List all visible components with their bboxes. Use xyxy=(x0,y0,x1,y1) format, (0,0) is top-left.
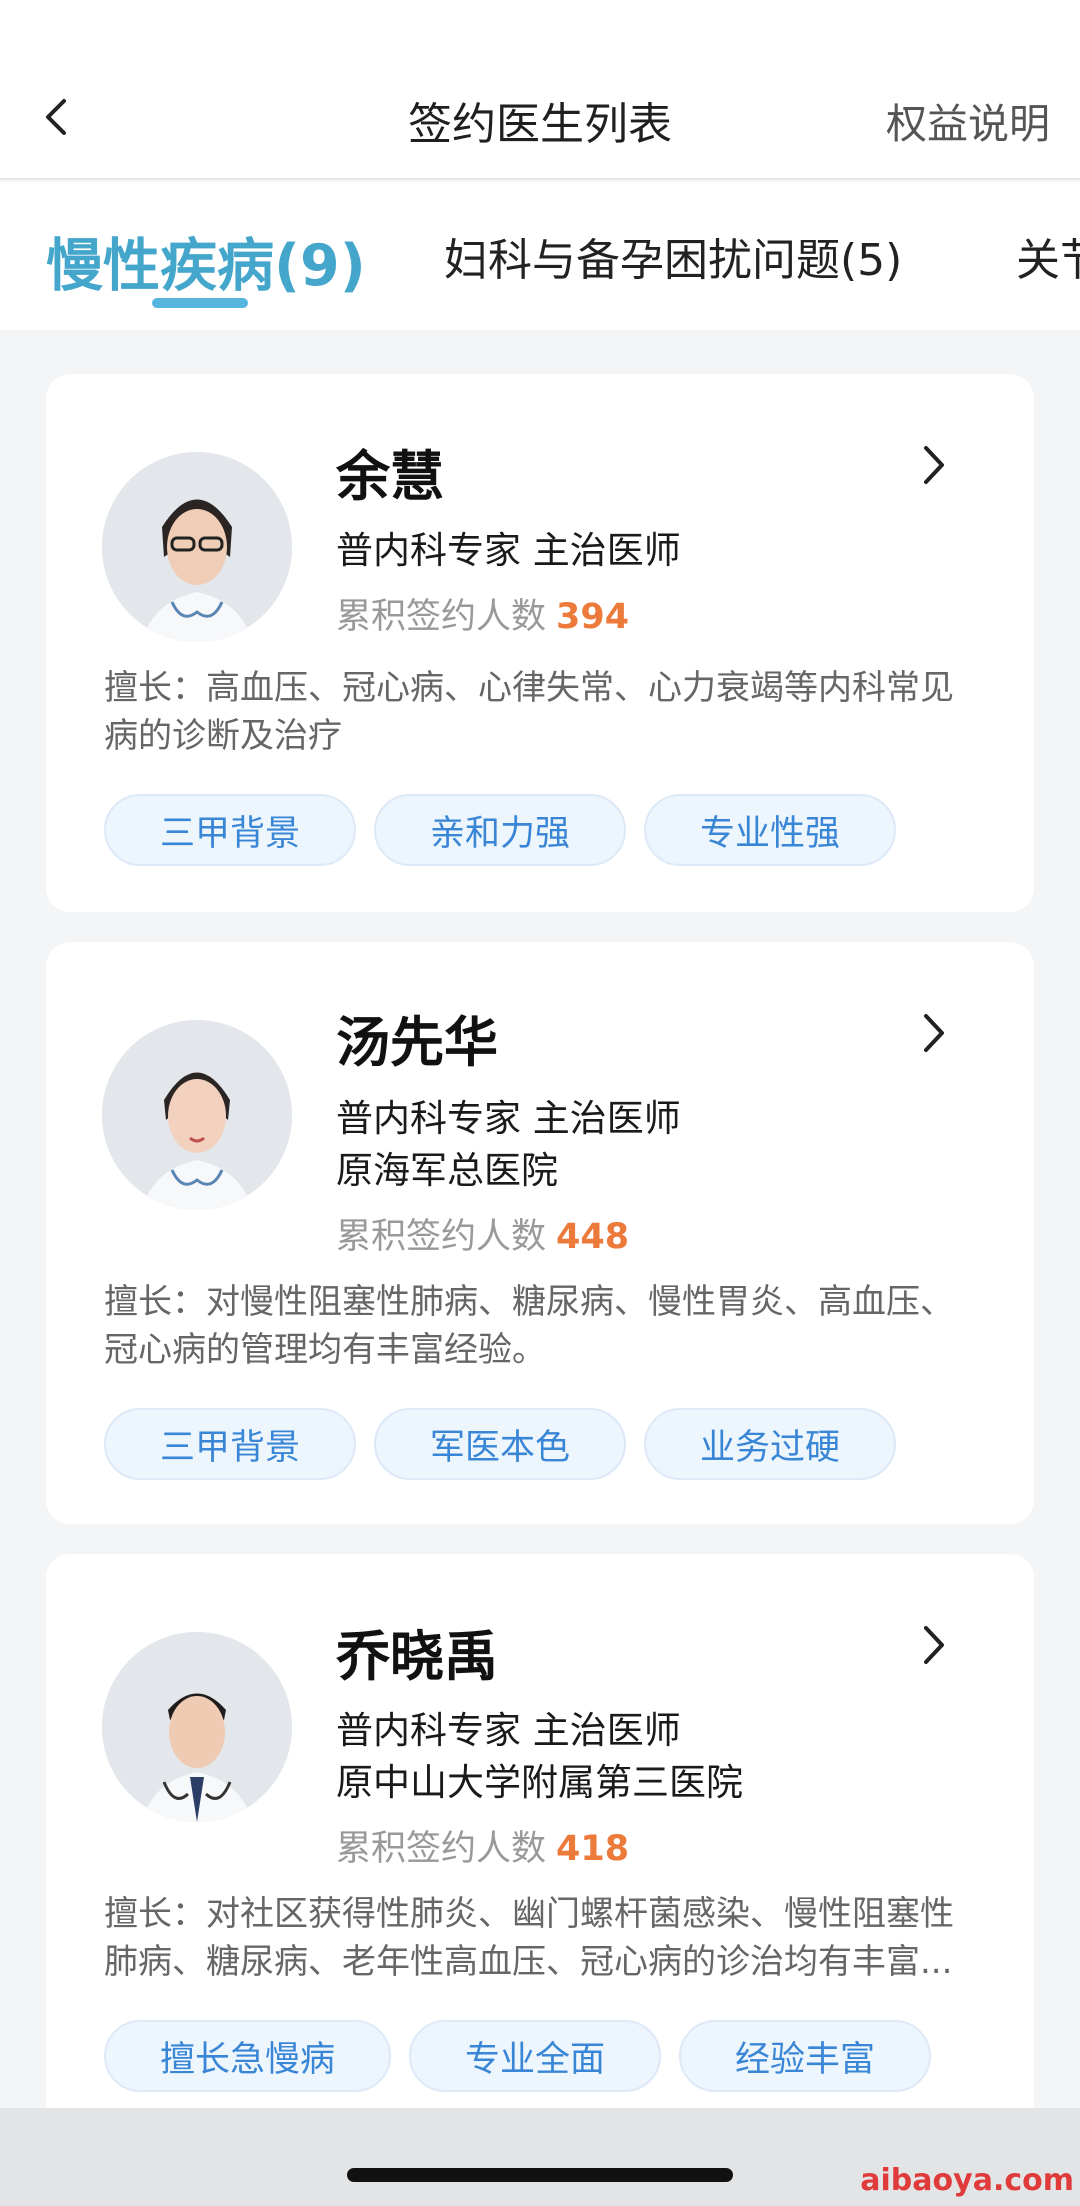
nav-bar: 签约医生列表 权益说明 xyxy=(0,60,1080,180)
tag: 专业全面 xyxy=(409,2020,662,2092)
doctor-specialty: 擅长：对社区获得性肺炎、幽门螺杆菌感染、慢性阻塞性肺病、糖尿病、老年性高血压、冠… xyxy=(104,1894,954,1982)
tag-list: 擅长急慢病 专业全面 经验丰富 xyxy=(104,2020,932,2092)
doctor-title: 普内科专家 主治医师 xyxy=(336,1709,681,1752)
sign-count-label: 累积签约人数 xyxy=(336,1829,547,1869)
sign-count-label: 累积签约人数 xyxy=(336,1217,547,1257)
back-button[interactable] xyxy=(40,82,120,152)
sign-count: 累积签约人数 418 xyxy=(336,1820,629,1871)
doctor-card[interactable]: 乔晓禹 普内科专家 主治医师 原中山大学附属第三医院 累积签约人数 418 擅长：… xyxy=(46,1554,1034,2114)
chevron-right-icon xyxy=(924,1014,944,1052)
chevron-left-icon xyxy=(46,99,66,135)
doctor-card[interactable]: 余慧 普内科专家 主治医师 累积签约人数 394 擅长：高血压、冠心病、心律失常、… xyxy=(46,374,1034,912)
sign-count-label: 累积签约人数 xyxy=(336,597,547,637)
tag: 业务过硬 xyxy=(644,1408,897,1480)
doctor-card[interactable]: 汤先华 普内科专家 主治医师 原海军总医院 累积签约人数 448 擅长：对慢性阻塞… xyxy=(46,942,1034,1524)
doctor-title: 普内科专家 主治医师 xyxy=(336,529,681,572)
tag: 亲和力强 xyxy=(374,794,627,866)
doctor-name: 乔晓禹 xyxy=(336,1625,498,1688)
doctor-avatar xyxy=(102,1020,292,1210)
doctor-hospital: 原海军总医院 xyxy=(336,1149,558,1192)
doctor-avatar xyxy=(102,452,292,642)
watermark: aibaoya.com xyxy=(860,2163,1074,2198)
tag: 经验丰富 xyxy=(679,2020,932,2092)
tag: 专业性强 xyxy=(644,794,897,866)
tag-list: 三甲背景 亲和力强 专业性强 xyxy=(104,794,897,866)
doctor-avatar xyxy=(102,1632,292,1822)
chevron-right-icon xyxy=(924,1626,944,1664)
tag: 三甲背景 xyxy=(104,794,357,866)
doctor-hospital: 原中山大学附属第三医院 xyxy=(336,1761,743,1804)
sign-count: 累积签约人数 394 xyxy=(336,588,629,639)
chevron-right-icon xyxy=(924,446,944,484)
doctor-specialty: 擅长：高血压、冠心病、心律失常、心力衰竭等内科常见病的诊断及治疗 xyxy=(104,668,954,756)
doctor-name: 汤先华 xyxy=(336,1011,498,1074)
sign-count-value: 448 xyxy=(556,1217,630,1257)
benefits-link[interactable]: 权益说明 xyxy=(886,90,1050,150)
home-indicator[interactable] xyxy=(347,2168,733,2182)
doctor-name: 余慧 xyxy=(336,445,444,508)
sign-count: 累积签约人数 448 xyxy=(336,1208,629,1259)
active-tab-indicator xyxy=(152,298,248,308)
sign-count-value: 394 xyxy=(556,597,630,637)
status-bar xyxy=(0,0,1080,60)
tab-joint[interactable]: 关节 xyxy=(1016,224,1080,288)
category-tabs: 慢性疾病(9) 妇科与备孕困扰问题(5) 关节 xyxy=(0,182,1080,330)
tab-gynecology[interactable]: 妇科与备孕困扰问题(5) xyxy=(444,224,902,288)
tab-chronic-disease[interactable]: 慢性疾病(9) xyxy=(46,220,366,302)
tag: 擅长急慢病 xyxy=(104,2020,392,2092)
tag: 军医本色 xyxy=(374,1408,627,1480)
doctor-specialty: 擅长：对慢性阻塞性肺病、糖尿病、慢性胃炎、高血压、冠心病的管理均有丰富经验。 xyxy=(104,1282,954,1370)
tag-list: 三甲背景 军医本色 业务过硬 xyxy=(104,1408,897,1480)
sign-count-value: 418 xyxy=(556,1829,630,1869)
tag: 三甲背景 xyxy=(104,1408,357,1480)
doctor-title: 普内科专家 主治医师 xyxy=(336,1097,681,1140)
